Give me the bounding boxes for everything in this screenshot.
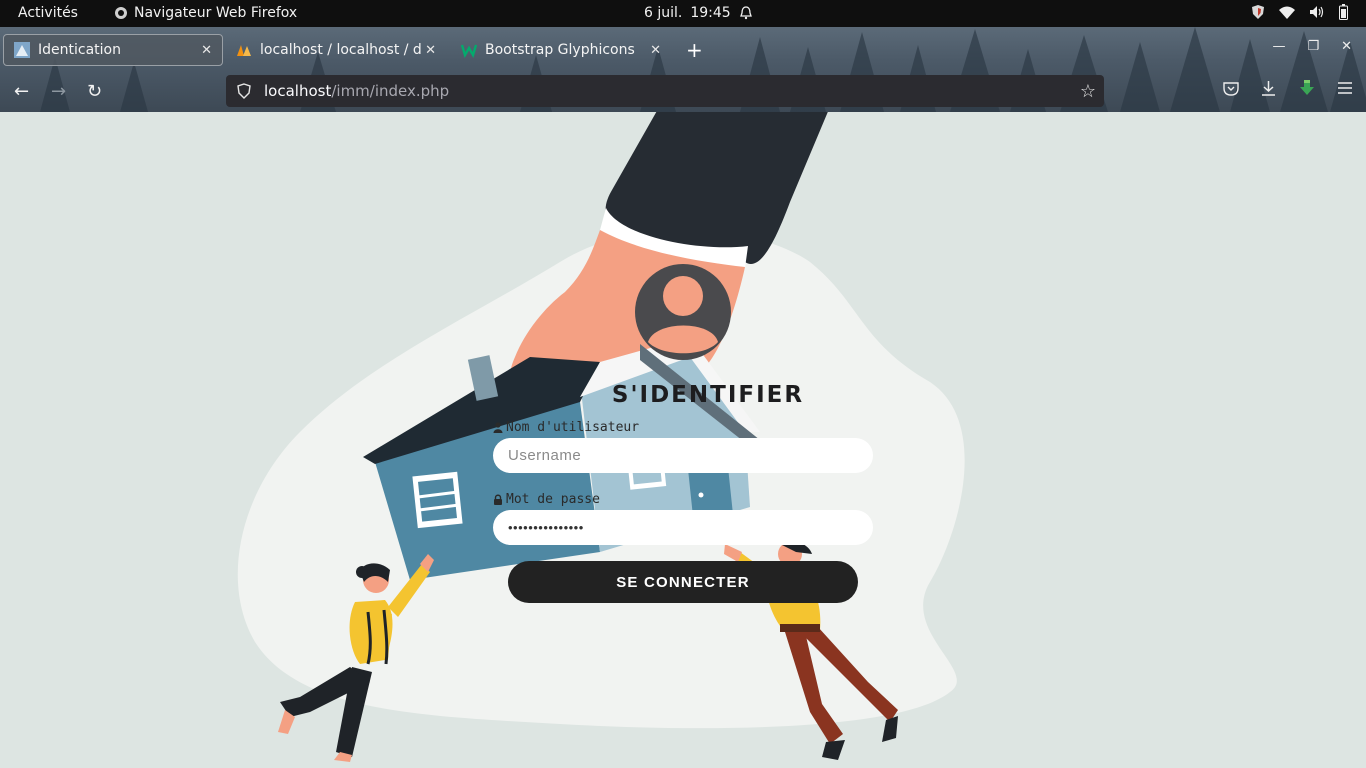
close-tab-icon[interactable]: ✕ — [650, 43, 661, 58]
wifi-icon — [1279, 6, 1295, 19]
reload-icon[interactable]: ↻ — [87, 81, 102, 102]
tab-strip: Identication ✕ localhost / localhost / d… — [0, 27, 1366, 71]
system-tray[interactable] — [1251, 4, 1348, 20]
clock-date: 6 juil. — [644, 5, 683, 21]
password-label-text: Mot de passe — [506, 492, 600, 507]
tab-identication[interactable]: Identication ✕ — [3, 34, 223, 66]
user-icon — [493, 422, 503, 433]
browser-chrome: Identication ✕ localhost / localhost / d… — [0, 27, 1366, 112]
hamburger-menu-icon[interactable] — [1338, 82, 1352, 94]
w3schools-icon — [461, 44, 477, 58]
security-shield-icon — [1252, 5, 1264, 19]
password-input[interactable]: ••••••••••••••• — [493, 510, 873, 545]
app-menu[interactable]: Navigateur Web Firefox — [114, 5, 297, 21]
close-window-icon[interactable]: ✕ — [1341, 39, 1352, 54]
username-label-text: Nom d'utilisateur — [506, 420, 640, 435]
minimize-icon[interactable]: — — [1272, 39, 1285, 54]
battery-icon — [1339, 4, 1348, 20]
login-title: S'IDENTIFIER — [611, 382, 805, 408]
extension-download-icon[interactable] — [1298, 79, 1316, 97]
clock[interactable]: 6 juil. 19:45 — [644, 5, 753, 21]
url-bar[interactable]: localhost/imm/index.php ☆ — [226, 75, 1104, 107]
back-arrow-icon[interactable]: ← — [14, 81, 29, 102]
pocket-icon[interactable] — [1223, 81, 1239, 96]
login-page: S'IDENTIFIER Nom d'utilisateur Mot de pa… — [0, 112, 1366, 768]
volume-icon — [1310, 6, 1324, 18]
username-label: Nom d'utilisateur — [493, 420, 639, 435]
tab-label: Bootstrap Glyphicons — [485, 42, 635, 58]
downloads-icon[interactable] — [1261, 80, 1276, 96]
system-top-bar: Activités Navigateur Web Firefox 6 juil.… — [0, 0, 1366, 27]
window-controls: — ❐ ✕ — [1272, 39, 1352, 54]
bookmark-star-icon[interactable]: ☆ — [1080, 81, 1096, 102]
tracking-shield-icon[interactable] — [236, 83, 252, 99]
tab-label: Identication — [38, 42, 121, 58]
alarm-bell-icon — [739, 6, 752, 20]
restore-icon[interactable]: ❐ — [1307, 39, 1319, 54]
activities-button[interactable]: Activités — [18, 5, 78, 21]
username-input[interactable] — [493, 438, 873, 473]
tab-bootstrap-glyphicons[interactable]: Bootstrap Glyphicons ✕ — [451, 34, 671, 66]
house-window-left — [412, 471, 463, 529]
close-tab-icon[interactable]: ✕ — [425, 43, 436, 58]
password-label: Mot de passe — [493, 492, 600, 507]
login-submit-button[interactable]: SE CONNECTER — [508, 561, 858, 603]
new-tab-button[interactable]: + — [686, 38, 703, 62]
forward-arrow-icon[interactable]: → — [51, 81, 66, 102]
avatar-user-icon — [635, 264, 731, 360]
phpmyadmin-icon — [237, 45, 251, 56]
tab-phpmyadmin[interactable]: localhost / localhost / db ✕ — [226, 34, 446, 66]
toolbar-right — [1223, 79, 1352, 97]
url-host: localhost/imm/index.php — [264, 82, 450, 100]
url-path: /imm/index.php — [331, 82, 450, 100]
navigation-toolbar: ← → ↻ localhost/imm/index.php ☆ — [0, 71, 1366, 112]
page-favicon-icon — [14, 42, 30, 58]
lock-icon — [494, 494, 502, 505]
firefox-icon — [115, 7, 127, 19]
app-name: Navigateur Web Firefox — [134, 5, 298, 21]
tab-label: localhost / localhost / db — [260, 42, 422, 58]
close-tab-icon[interactable]: ✕ — [201, 43, 212, 58]
clock-time: 19:45 — [690, 5, 731, 21]
